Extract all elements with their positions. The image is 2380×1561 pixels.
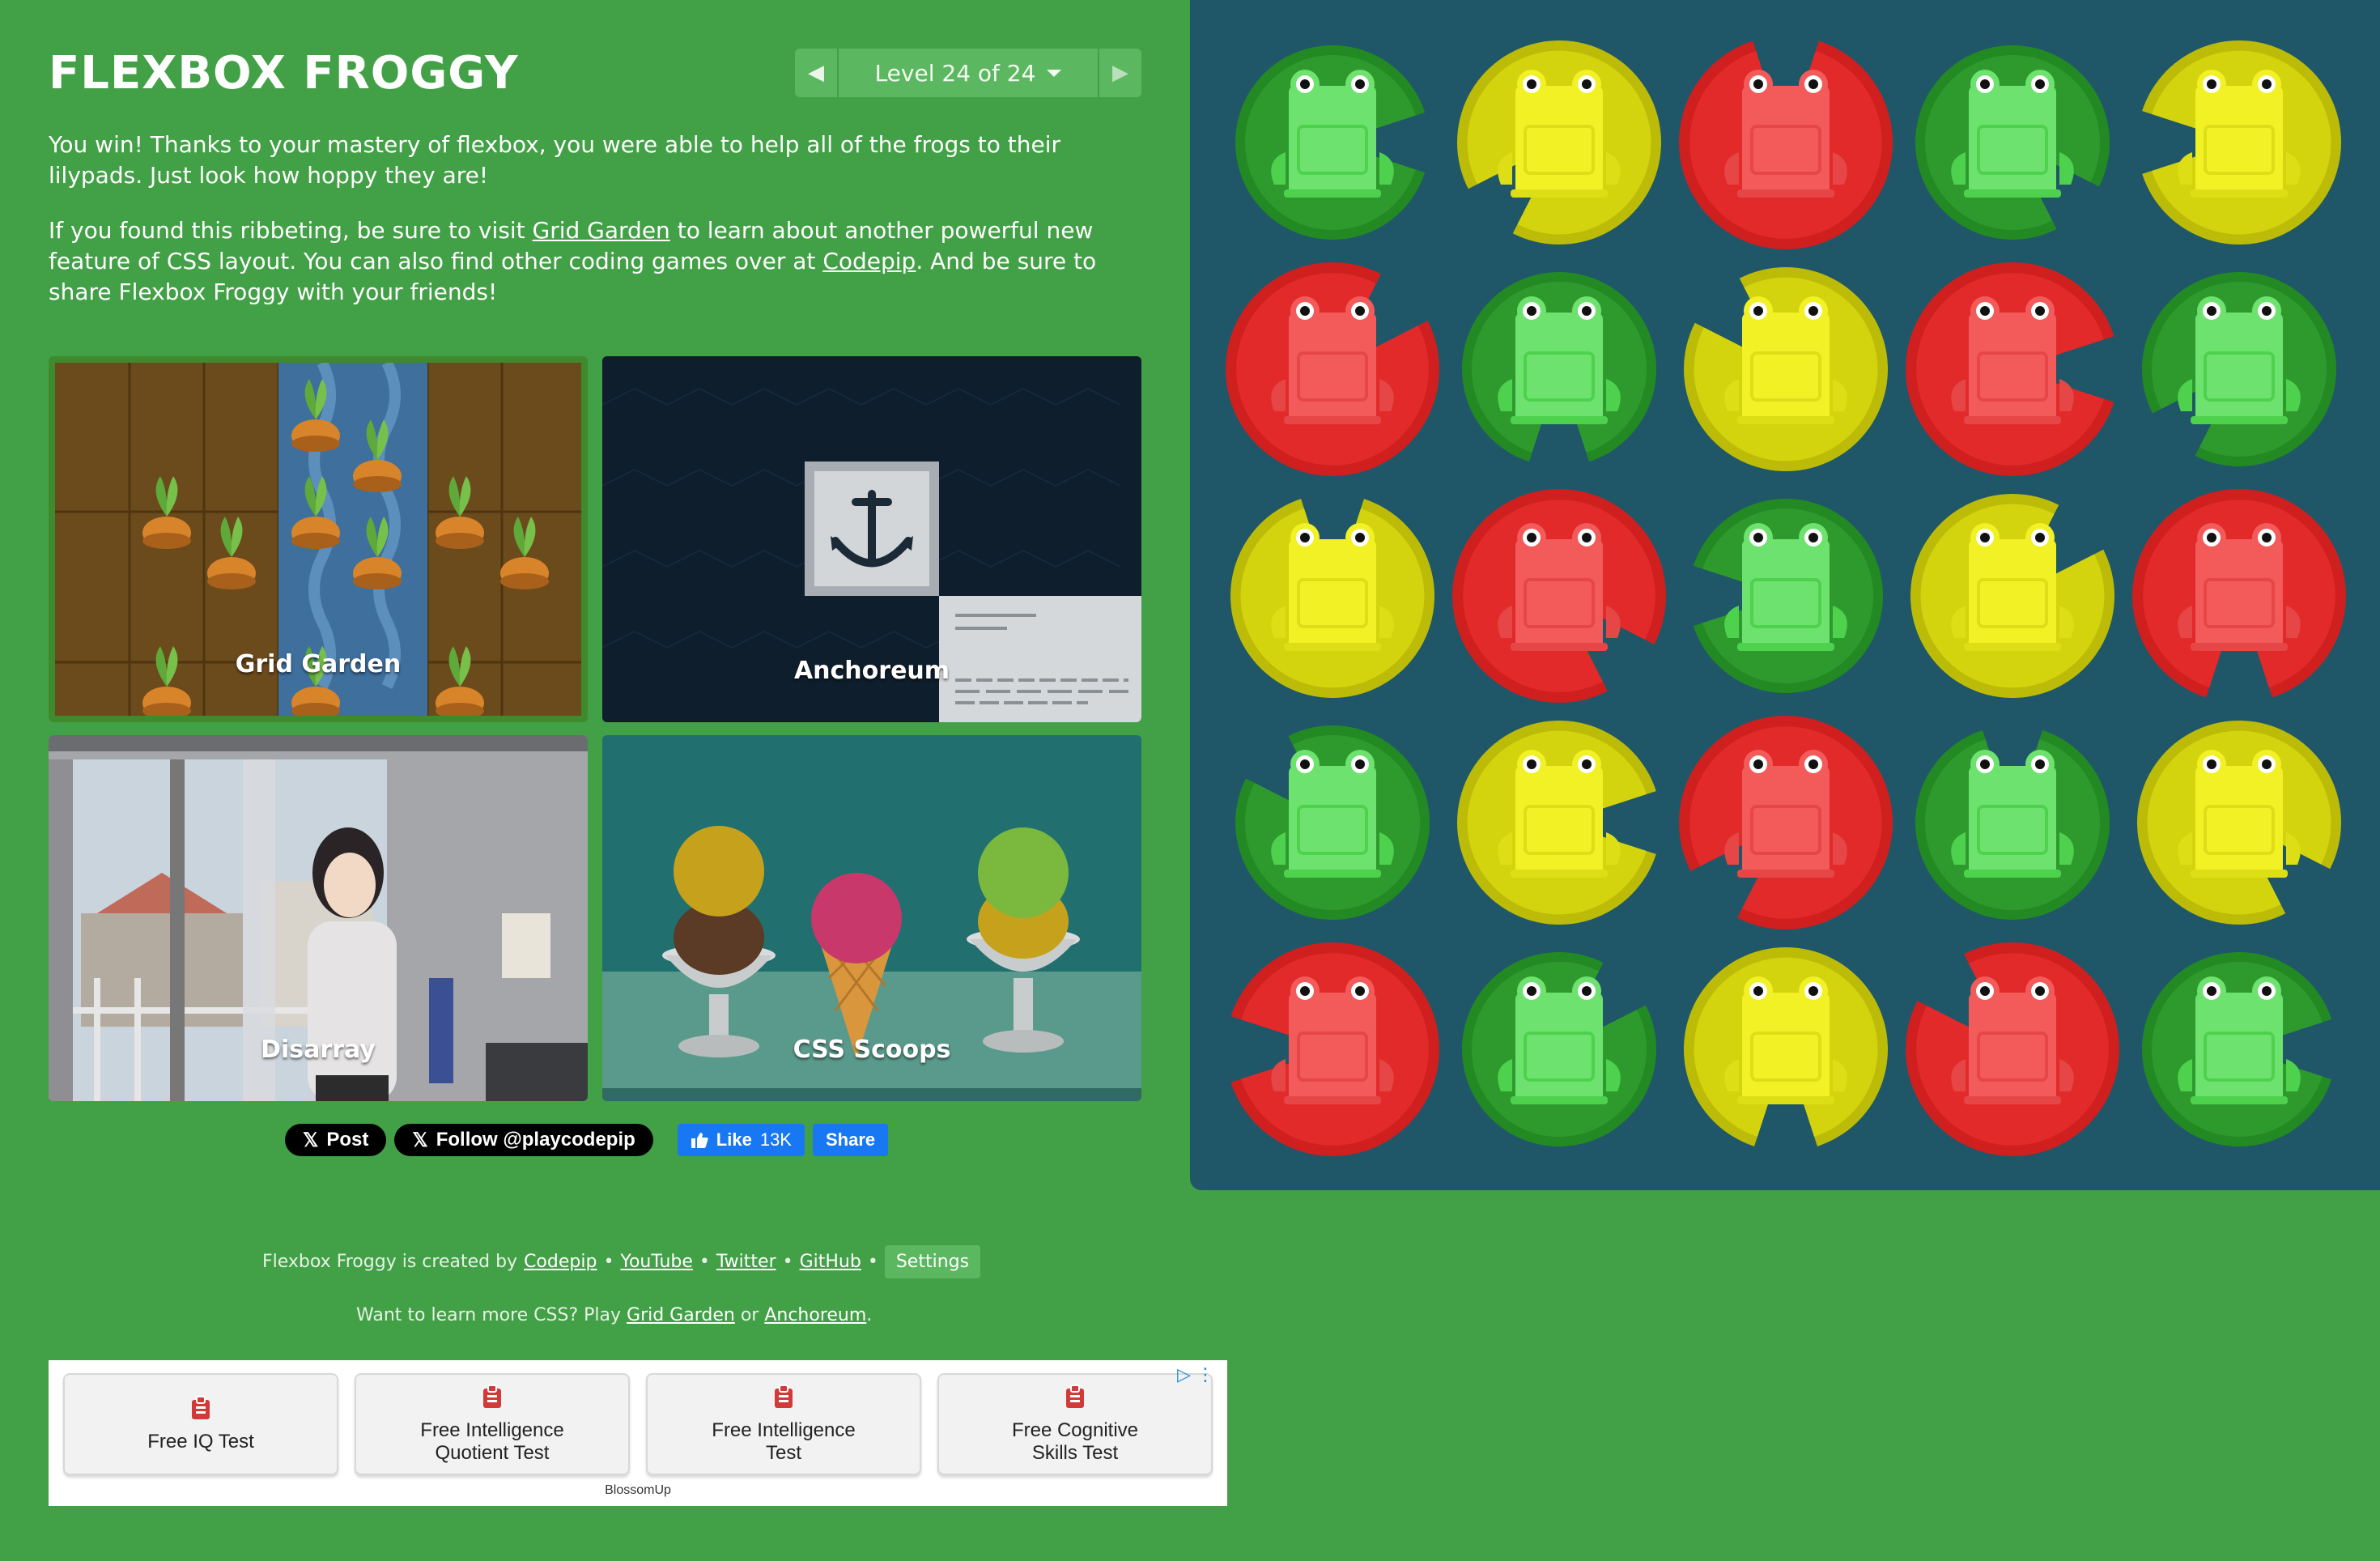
thumbs-up-icon: [691, 1133, 708, 1148]
game-label: Disarray: [261, 1036, 376, 1064]
anchoreum-footer-link[interactable]: Anchoreum: [764, 1305, 866, 1325]
codepip-footer-link[interactable]: Codepip: [524, 1252, 597, 1272]
lilypad-green: [1915, 729, 2110, 921]
game-label: CSS Scoops: [793, 1036, 951, 1064]
lilypad-yellow: [1910, 494, 2114, 699]
ad-line-2: Quotient Test: [435, 1441, 550, 1464]
separator-dot: •: [603, 1251, 614, 1272]
arrow-right-icon: ▶: [1112, 61, 1128, 85]
codepip-link[interactable]: Codepip: [822, 248, 916, 274]
ad-line-1: Free Cognitive: [1011, 1419, 1139, 1441]
lilypad-green: [1235, 725, 1430, 920]
lilypad-red: [1230, 942, 1439, 1156]
lilypad-green: [1235, 45, 1426, 240]
ad-line-2: Test: [765, 1441, 801, 1464]
win-message: You win! Thanks to your mastery of flexb…: [49, 131, 1061, 189]
game-card-css-scoops[interactable]: CSS Scoops: [602, 735, 1141, 1101]
lilypad-red: [1906, 942, 2119, 1156]
lilypad-yellow: [2142, 40, 2342, 245]
next-level-button[interactable]: ▶: [1099, 49, 1141, 97]
game-card-anchoreum[interactable]: Anchoreum: [602, 356, 1141, 722]
lilypad-red: [1906, 262, 2114, 476]
game-card-disarray[interactable]: Disarray: [49, 735, 588, 1101]
lilypad-yellow: [1230, 499, 1434, 698]
like-button[interactable]: Like 13K: [677, 1124, 805, 1156]
lilypad-yellow: [1457, 721, 1656, 925]
social-buttons: 𝕏 Post 𝕏 Follow @playcodepip Like 13K Sh…: [285, 1124, 889, 1156]
like-label: Like: [716, 1129, 752, 1150]
game-label: Anchoreum: [793, 657, 950, 685]
learn-more-prefix: Want to learn more CSS? Play: [356, 1305, 622, 1325]
lilypad-green: [2142, 272, 2336, 466]
lilypad-yellow: [1457, 40, 1661, 245]
ad-choices-icon[interactable]: ▷ ⋮: [1177, 1365, 1214, 1385]
pond-board: [1190, 0, 2380, 1190]
lilypad-green: [1915, 45, 2110, 240]
lilypad-green: [1462, 952, 1656, 1146]
clipboard-icon: [1064, 1384, 1086, 1419]
x-logo-icon: 𝕏: [303, 1129, 319, 1151]
ad-item[interactable]: Free Intelligence Quotient Test: [355, 1373, 630, 1475]
footer-credits: Flexbox Froggy is created by Codepip • Y…: [262, 1244, 981, 1279]
twitter-link[interactable]: Twitter: [716, 1252, 776, 1272]
level-indicator-dropdown[interactable]: Level 24 of 24: [839, 49, 1098, 97]
credits-text: Flexbox Froggy is created by: [262, 1251, 518, 1272]
learn-more-text: Want to learn more CSS? Play Grid Garden…: [356, 1305, 872, 1325]
share-message: If you found this ribbeting, be sure to …: [49, 215, 1150, 308]
ad-item[interactable]: Free Intelligence Test: [646, 1373, 921, 1475]
youtube-link[interactable]: YouTube: [620, 1252, 692, 1272]
like-count: 13K: [759, 1129, 792, 1150]
level-navigation: ◀ Level 24 of 24 ▶: [795, 49, 1141, 97]
game-label: Grid Garden: [235, 650, 402, 678]
share-message-text-1: If you found this ribbeting, be sure to …: [49, 217, 533, 244]
ad-line-1: Free Intelligence: [712, 1419, 856, 1441]
lilypad-red: [1679, 716, 1893, 929]
clipboard-icon: [189, 1395, 212, 1431]
follow-label: Follow @playcodepip: [436, 1129, 635, 1151]
ad-line-1: Free Intelligence: [420, 1419, 564, 1441]
learn-more-period: .: [866, 1305, 873, 1325]
separator-dot: •: [867, 1251, 878, 1272]
ad-line-1: Free IQ Test: [147, 1430, 254, 1453]
ad-item[interactable]: Free IQ Test: [63, 1373, 338, 1475]
grid-garden-footer-link[interactable]: Grid Garden: [627, 1305, 735, 1325]
ad-banner: Free IQ Test Free Intelligence Quotient …: [49, 1360, 1227, 1506]
post-button[interactable]: 𝕏 Post: [285, 1124, 387, 1156]
separator-dot: •: [782, 1251, 793, 1272]
lilypad-green: [1462, 272, 1656, 462]
x-logo-icon: 𝕏: [412, 1129, 428, 1151]
share-button[interactable]: Share: [812, 1124, 889, 1156]
share-label: Share: [825, 1129, 876, 1150]
game-card-grid-garden[interactable]: Grid Garden: [49, 356, 588, 722]
lilypad-green: [1693, 499, 1883, 693]
follow-button[interactable]: 𝕏 Follow @playcodepip: [394, 1124, 653, 1156]
lilypad-yellow: [1684, 267, 1888, 471]
pond-svg: [1226, 40, 2346, 1156]
lilypad-red: [1452, 489, 1666, 704]
page-title: FLEXBOX FROGGY: [49, 47, 519, 100]
sidebar: FLEXBOX FROGGY ◀ Level 24 of 24 ▶ You wi…: [49, 0, 1227, 1561]
settings-button[interactable]: Settings: [884, 1244, 981, 1278]
ad-line-2: Skills Test: [1031, 1441, 1119, 1464]
clipboard-icon: [772, 1384, 795, 1419]
lilypad-yellow: [2137, 721, 2341, 925]
separator-dot: •: [699, 1251, 710, 1272]
clipboard-icon: [481, 1384, 504, 1419]
grid-garden-link[interactable]: Grid Garden: [533, 217, 670, 244]
lilypad-yellow: [1684, 947, 1888, 1146]
level-indicator-label: Level 24 of 24: [874, 59, 1036, 87]
learn-more-or: or: [740, 1305, 759, 1325]
lilypad-green: [2142, 952, 2332, 1147]
caret-down-icon: [1047, 69, 1062, 77]
previous-level-button[interactable]: ◀: [795, 49, 837, 97]
ad-item[interactable]: Free Cognitive Skills Test: [937, 1373, 1213, 1475]
arrow-left-icon: ◀: [808, 61, 824, 85]
lilypad-red: [1679, 40, 1893, 249]
lilypad-red: [2132, 489, 2346, 698]
ad-brand: BlossomUp: [605, 1483, 671, 1497]
github-link[interactable]: GitHub: [800, 1252, 861, 1272]
post-label: Post: [326, 1129, 369, 1151]
lilypad-red: [1226, 262, 1439, 477]
